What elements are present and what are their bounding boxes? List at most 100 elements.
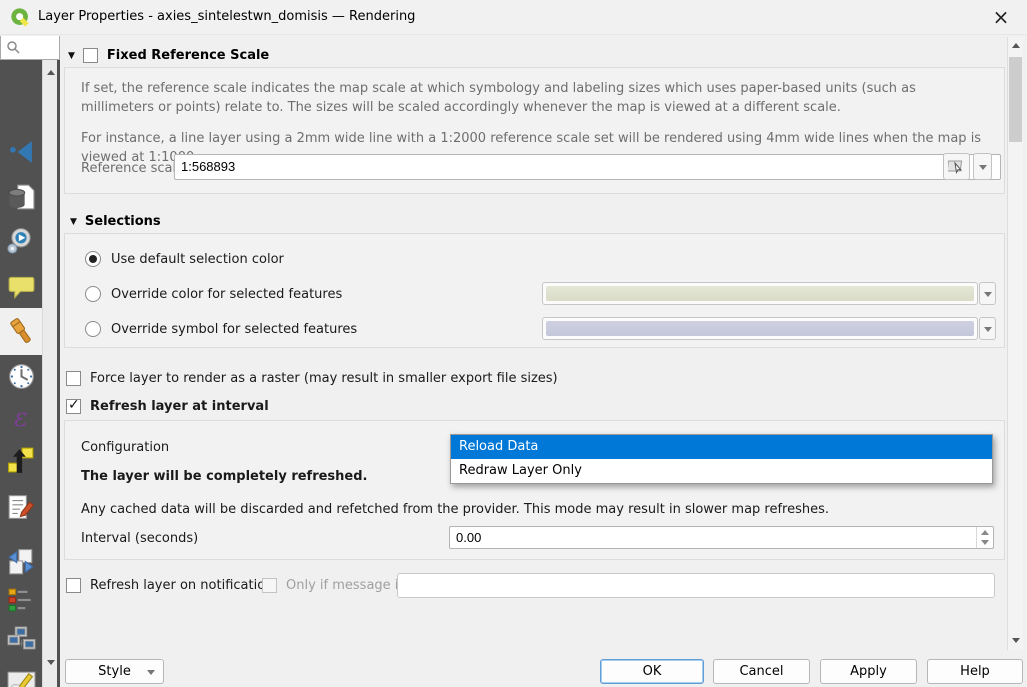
reference-scale-label: Reference scale	[81, 161, 184, 176]
selection-color-dropdown-button[interactable]	[979, 282, 996, 305]
section-title: Selections	[85, 214, 161, 229]
dependencies-icon	[7, 548, 35, 576]
dropdown-option-redraw-layer-only[interactable]: Redraw Layer Only	[451, 459, 992, 483]
chevron-down-icon	[147, 670, 155, 675]
interval-input[interactable]	[456, 529, 973, 545]
dropdown-option-reload-data[interactable]: Reload Data	[451, 435, 992, 459]
scroll-up-icon[interactable]	[1012, 43, 1020, 48]
rendering-icon	[7, 317, 36, 346]
metadata-icon	[7, 493, 35, 521]
section-selections-header: ▼ Selections	[70, 214, 161, 229]
notification-message-input[interactable]	[398, 574, 994, 597]
reference-scale-input[interactable]	[181, 157, 976, 175]
temporal-icon	[8, 363, 35, 390]
override-color-radio[interactable]	[85, 286, 101, 302]
sidebar-item-rendering[interactable]	[0, 308, 42, 355]
sidebar-item-legend[interactable]	[0, 578, 42, 622]
fixed-reference-scale-group: If set, the reference scale indicates th…	[64, 67, 1005, 194]
help-button[interactable]: Help	[927, 659, 1023, 684]
scrollbar-thumb[interactable]	[1009, 57, 1022, 142]
ok-button[interactable]: OK	[600, 659, 704, 684]
sidebar-scrollbar[interactable]	[42, 60, 57, 687]
title-bar: Layer Properties - axies_sintelestwn_dom…	[0, 0, 1027, 35]
override-symbol-radio[interactable]	[85, 321, 101, 337]
refresh-interval-checkbox[interactable]	[66, 399, 81, 414]
sidebar-item-digitizing[interactable]	[0, 658, 42, 687]
window-title: Layer Properties - axies_sintelestwn_dom…	[38, 9, 415, 24]
chevron-down-icon	[984, 327, 992, 332]
selection-symbol-swatch	[546, 321, 974, 336]
only-if-message-checkbox[interactable]	[262, 578, 277, 593]
scale-options-dropdown-button[interactable]	[973, 153, 992, 180]
reference-scale-combobox[interactable]	[174, 154, 1001, 180]
selection-symbol-dropdown-button[interactable]	[979, 317, 996, 340]
selection-symbol-button[interactable]	[542, 317, 978, 340]
sidebar-scroll-down-icon[interactable]	[47, 660, 55, 665]
actions-icon	[7, 227, 35, 255]
apply-button[interactable]: Apply	[820, 659, 917, 684]
sidebar-item-metadata[interactable]	[0, 485, 42, 529]
refresh-on-notification-label: Refresh layer on notification	[90, 578, 273, 593]
display-icon	[8, 274, 35, 301]
use-default-selection-color-label: Use default selection color	[111, 252, 284, 267]
interval-seconds-label: Interval (seconds)	[81, 531, 198, 546]
sidebar-search	[0, 36, 60, 60]
sidebar-item-auxiliary-storage[interactable]	[0, 175, 42, 219]
spin-up-icon[interactable]	[981, 530, 989, 535]
sidebar-item-elevation[interactable]	[0, 438, 42, 482]
force-raster-checkbox[interactable]	[66, 371, 81, 386]
content-scrollbar[interactable]	[1007, 37, 1023, 650]
sidebar-item-joins[interactable]	[0, 130, 42, 174]
use-default-selection-color-radio[interactable]	[85, 251, 101, 267]
refresh-on-notification-checkbox[interactable]	[66, 578, 81, 593]
cancel-button[interactable]: Cancel	[713, 659, 810, 684]
collapse-arrow-icon[interactable]: ▼	[70, 217, 77, 227]
refresh-mode-note: Any cached data will be discarded and re…	[81, 502, 829, 517]
chevron-down-icon	[984, 292, 992, 297]
style-button-label: Style	[98, 664, 131, 679]
sidebar-item-temporal[interactable]	[0, 354, 42, 398]
elevation-icon	[7, 446, 35, 474]
properties-sidebar: ε	[0, 60, 60, 687]
sidebar-scroll-up-icon[interactable]	[47, 70, 55, 75]
force-raster-label: Force layer to render as a raster (may r…	[90, 371, 558, 386]
configuration-dropdown-list: Reload Data Redraw Layer Only	[450, 434, 993, 484]
chevron-down-icon	[979, 165, 987, 170]
digitizing-icon	[7, 666, 36, 687]
variables-icon: ε	[14, 403, 28, 433]
sidebar-item-display[interactable]	[0, 265, 42, 309]
sidebar-item-actions[interactable]	[0, 219, 42, 263]
close-icon[interactable]: ×	[987, 4, 1015, 30]
spin-down-icon[interactable]	[981, 540, 989, 545]
style-menu-button[interactable]: Style	[65, 659, 164, 684]
selections-group: Use default selection color Override col…	[64, 233, 1005, 348]
sidebar-item-variables[interactable]: ε	[0, 396, 42, 440]
configuration-label: Configuration	[81, 440, 169, 455]
notification-message-field[interactable]	[397, 573, 995, 598]
refresh-mode-bold-note: The layer will be completely refreshed.	[81, 469, 368, 484]
only-if-message-label: Only if message is	[286, 578, 405, 593]
selection-color-button[interactable]	[542, 282, 978, 305]
spin-buttons[interactable]	[976, 527, 993, 548]
map-cursor-icon	[948, 158, 966, 176]
override-symbol-label: Override symbol for selected features	[111, 322, 357, 337]
server-icon	[7, 625, 36, 654]
map-scale-picker-button[interactable]	[943, 153, 970, 180]
auxiliary-storage-icon	[7, 183, 35, 211]
section-fixed-reference-scale-header: ▼ Fixed Reference Scale	[68, 48, 269, 63]
reference-scale-description: If set, the reference scale indicates th…	[81, 79, 989, 117]
override-color-label: Override color for selected features	[111, 287, 342, 302]
search-icon	[6, 40, 20, 54]
legend-icon	[8, 587, 34, 613]
section-title: Fixed Reference Scale	[107, 48, 269, 63]
qgis-logo-icon	[10, 7, 31, 28]
interval-spinbox[interactable]	[449, 526, 994, 549]
layer-properties-dialog: Layer Properties - axies_sintelestwn_dom…	[0, 0, 1027, 687]
selection-color-swatch	[546, 286, 974, 301]
fixed-reference-scale-checkbox[interactable]	[83, 48, 98, 63]
joins-icon	[8, 139, 34, 165]
collapse-arrow-icon[interactable]: ▼	[68, 51, 75, 61]
sidebar-item-server[interactable]	[0, 617, 42, 661]
scroll-down-icon[interactable]	[1012, 638, 1020, 643]
search-input[interactable]	[23, 38, 57, 56]
